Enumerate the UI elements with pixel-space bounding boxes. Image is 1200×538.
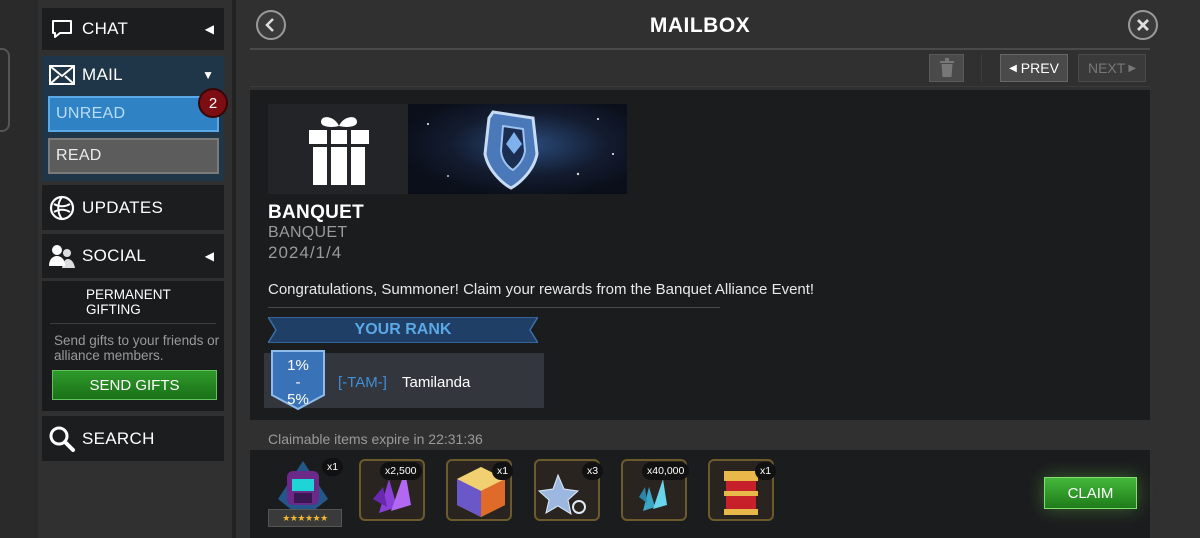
delete-button[interactable] (929, 54, 964, 82)
chat-bubble-icon (48, 15, 76, 43)
envelope-icon (48, 61, 76, 89)
chevron-down-icon: ▼ (202, 68, 214, 82)
item-quantity: x1 (755, 462, 777, 480)
sidebar-item-chat[interactable]: CHAT ◀ (42, 8, 224, 50)
trash-icon (939, 58, 954, 77)
expire-timer: Claimable items expire in 22:31:36 (268, 431, 483, 447)
sidebar-item-label: CHAT (82, 19, 129, 38)
magnifier-icon (48, 425, 76, 453)
drawer-tab[interactable] (0, 48, 10, 132)
sidebar: CHAT ◀ MAIL ▼ UNREAD READ 2 UPDATES SOCI… (42, 0, 228, 538)
item-quantity: x1 (322, 458, 344, 476)
item-quantity: x2,500 (380, 462, 422, 480)
prev-label: PREV (1020, 60, 1059, 76)
rank-percent: 1%-5% (270, 357, 326, 408)
sidebar-item-social[interactable]: SOCIAL ◀ (42, 234, 224, 278)
divider (268, 307, 720, 308)
close-icon (1137, 19, 1149, 31)
send-gifts-button[interactable]: SEND GIFTS (52, 370, 217, 400)
divider (981, 54, 982, 82)
message-body: Congratulations, Summoner! Claim your re… (268, 281, 815, 298)
sidebar-item-label: SOCIAL (82, 246, 147, 265)
globe-icon (48, 194, 76, 222)
sidebar-item-label: SEARCH (82, 428, 155, 448)
chevron-left-icon: ◀ (204, 249, 214, 263)
message-subtitle: BANQUET (268, 224, 348, 241)
claim-button[interactable]: CLAIM (1044, 477, 1137, 509)
tab-read[interactable]: READ (48, 138, 219, 174)
gift-box-icon (268, 104, 410, 194)
unread-count-badge: 2 (198, 88, 228, 118)
sidebar-item-label: MAIL (82, 65, 123, 84)
item-quantity: x1 (492, 462, 514, 480)
message-title: BANQUET (268, 202, 365, 223)
gifting-panel: PERMANENT GIFTING Send gifts to your fri… (42, 281, 224, 411)
next-button[interactable]: NEXT ▶ (1078, 54, 1146, 82)
mail-section: MAIL ▼ UNREAD READ (42, 56, 224, 181)
item-quantity: x3 (582, 462, 604, 480)
gifting-description: Send gifts to your friends or alliance m… (54, 333, 220, 363)
divider (250, 86, 1150, 87)
divider (250, 48, 1150, 50)
alliance-tag: [-TAM-] (338, 374, 387, 391)
rank-percent-text: 1%-5% (287, 357, 309, 408)
people-icon (48, 242, 76, 270)
divider (50, 323, 216, 324)
chevron-left-icon (265, 18, 274, 32)
divider (232, 0, 236, 538)
rank-header: YOUR RANK (268, 317, 538, 343)
triangle-left-icon: ◀ (1009, 62, 1017, 74)
page-title: MAILBOX (649, 14, 751, 37)
rank-label: YOUR RANK (354, 321, 452, 338)
sidebar-item-mail[interactable]: MAIL ▼ (42, 56, 224, 94)
sidebar-item-label: UPDATES (82, 197, 164, 217)
star-rating: ★★★★★★ (268, 509, 342, 527)
back-button[interactable] (256, 10, 286, 40)
item-quantity: x40,000 (642, 462, 690, 480)
prev-button[interactable]: ◀ PREV (1000, 54, 1068, 82)
sidebar-item-updates[interactable]: UPDATES (42, 185, 224, 230)
sidebar-item-search[interactable]: SEARCH (42, 416, 224, 461)
triangle-right-icon: ▶ (1128, 62, 1137, 74)
tab-unread[interactable]: UNREAD (48, 96, 219, 132)
event-banner-image (408, 104, 627, 194)
chevron-left-icon: ◀ (204, 22, 214, 36)
close-button[interactable] (1128, 10, 1158, 40)
next-label: NEXT (1087, 60, 1126, 76)
gifting-title: PERMANENT GIFTING (86, 287, 171, 317)
player-name: Tamilanda (402, 374, 471, 391)
message-date: 2024/1/4 (268, 243, 343, 262)
